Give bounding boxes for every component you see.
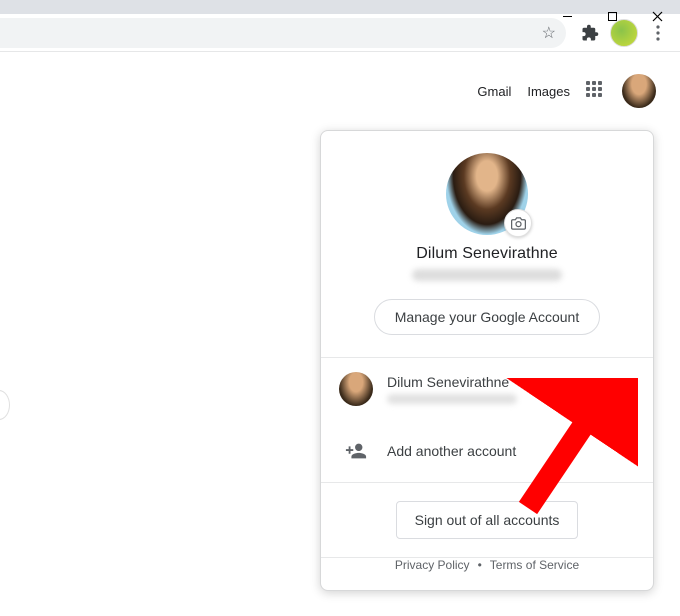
account-switcher-row[interactable]: Dilum Senevirathne Default bbox=[321, 358, 653, 420]
account-display-name: Dilum Senevirathne bbox=[321, 245, 653, 263]
omnibox[interactable]: ☆ bbox=[0, 18, 566, 48]
terms-of-service-link[interactable]: Terms of Service bbox=[490, 558, 579, 572]
manage-account-button[interactable]: Manage your Google Account bbox=[374, 299, 600, 335]
default-account-tag: Default bbox=[594, 382, 635, 397]
account-email-blurred bbox=[412, 269, 562, 281]
add-account-label: Add another account bbox=[387, 443, 516, 459]
sign-out-all-button[interactable]: Sign out of all accounts bbox=[396, 501, 579, 539]
account-row-name: Dilum Senevirathne bbox=[387, 374, 594, 390]
window-controls bbox=[545, 2, 680, 30]
divider bbox=[321, 482, 653, 483]
add-account-row[interactable]: Add another account bbox=[321, 420, 653, 482]
footer-separator: • bbox=[478, 558, 482, 572]
person-add-icon bbox=[339, 434, 373, 468]
google-apps-icon[interactable] bbox=[586, 81, 606, 101]
change-photo-button[interactable] bbox=[504, 209, 532, 237]
profile-avatar-large bbox=[446, 153, 528, 235]
account-row-avatar bbox=[339, 372, 373, 406]
close-button[interactable] bbox=[635, 2, 680, 30]
privacy-policy-link[interactable]: Privacy Policy bbox=[395, 558, 470, 572]
account-avatar[interactable] bbox=[622, 74, 656, 108]
images-link[interactable]: Images bbox=[527, 84, 570, 99]
popover-footer: Privacy Policy • Terms of Service bbox=[321, 558, 653, 572]
maximize-button[interactable] bbox=[590, 2, 635, 30]
gmail-link[interactable]: Gmail bbox=[477, 84, 511, 99]
minimize-button[interactable] bbox=[545, 2, 590, 30]
account-row-email-blurred bbox=[387, 394, 517, 404]
account-popover: Dilum Senevirathne Manage your Google Ac… bbox=[320, 130, 654, 591]
side-arc-decoration bbox=[0, 390, 10, 420]
google-header: Gmail Images bbox=[0, 52, 680, 108]
account-row-text: Dilum Senevirathne bbox=[387, 374, 594, 404]
